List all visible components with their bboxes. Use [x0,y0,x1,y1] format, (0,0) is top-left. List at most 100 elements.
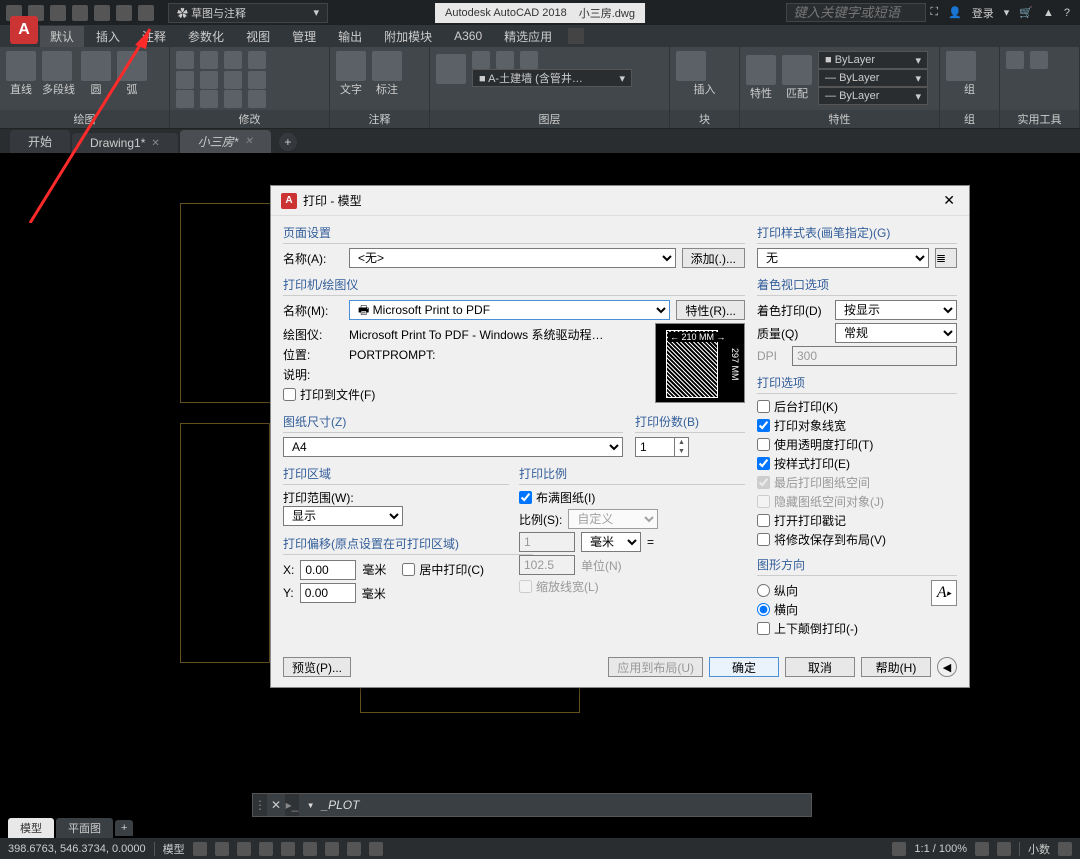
move-icon[interactable] [176,51,194,69]
preview-button[interactable]: 预览(P)... [283,657,351,677]
opt-styles[interactable]: 按样式打印(E) [757,455,957,472]
tab-a360[interactable]: A360 [444,27,492,45]
lwt-icon[interactable] [347,842,361,856]
orientation-landscape[interactable]: 横向 [757,601,931,618]
measure-icon[interactable] [1006,51,1024,69]
snap-icon[interactable] [215,842,229,856]
command-bar[interactable]: ⋮ ✕ ▸_ ▾ _PLOT [252,793,812,817]
workspace-icon[interactable] [975,842,989,856]
workspace-selector[interactable]: ✿ 草图与注释▾ [168,3,328,23]
copy-icon[interactable] [176,71,194,89]
fillet-icon[interactable] [224,71,242,89]
scale-display[interactable]: 1:1 / 100% [914,843,967,855]
qat-save-icon[interactable] [50,5,66,21]
paper-size-select[interactable]: A4 [283,437,623,457]
annomon-icon[interactable] [997,842,1011,856]
doc-tab-drawing1[interactable]: Drawing1*✕ [72,133,178,153]
linetype-combo[interactable]: — ByLayer▾ [818,87,928,105]
dyn-icon[interactable] [325,842,339,856]
command-input[interactable]: ▾ _PLOT [299,798,367,812]
stretch-icon[interactable] [176,90,194,108]
layout-tab-model[interactable]: 模型 [8,818,54,838]
tab-addins[interactable]: 附加模块 [374,26,442,47]
app-logo[interactable]: A [10,16,38,44]
dialog-titlebar[interactable]: A 打印 - 模型 ✕ [271,186,969,216]
opt-plotstamp[interactable]: 打开打印戳记 [757,512,957,529]
tab-featured[interactable]: 精选应用 [494,26,562,47]
a360-icon[interactable]: ▲ [1043,7,1054,19]
offset-x-input[interactable] [300,560,356,580]
style-edit-button[interactable]: ≣ [935,248,957,268]
props-icon[interactable] [746,55,776,85]
layer-lock-icon[interactable] [520,51,538,69]
center-plot-checkbox[interactable]: 居中打印(C) [402,561,484,578]
text-icon[interactable] [336,51,366,81]
line-icon[interactable] [6,51,36,81]
offset-icon[interactable] [248,90,266,108]
grid-icon[interactable] [193,842,207,856]
close-icon[interactable]: ✕ [939,192,959,209]
page-setup-select[interactable]: <无> [349,248,676,268]
opt-save-layout[interactable]: 将修改保存到布局(V) [757,531,957,548]
space-toggle[interactable]: 模型 [163,841,185,857]
offset-y-input[interactable] [300,583,356,603]
ortho-icon[interactable] [237,842,251,856]
properties-button[interactable]: 特性(R)... [676,300,745,320]
array-icon[interactable] [224,90,242,108]
layer-props-icon[interactable] [436,54,466,84]
layer-combo[interactable]: ■ A-土建墙 (含管井…▾ [472,69,632,87]
doc-tab-start[interactable]: 开始 [10,130,70,153]
exchange-icon[interactable]: 🛒 [1019,6,1033,19]
transparency-icon[interactable] [369,842,383,856]
tab-insert[interactable]: 插入 [86,26,130,47]
doc-tab-current[interactable]: 小三房*✕ [180,130,271,153]
cmdbar-recent-icon[interactable]: ▸_ [285,794,299,816]
layer-on-icon[interactable] [472,51,490,69]
tab-output[interactable]: 输出 [328,26,372,47]
scale-icon[interactable] [200,90,218,108]
printer-select[interactable]: 🖶 Microsoft Print to PDF [349,300,670,320]
style-table-select[interactable]: 无 [757,248,929,268]
qat-saveas-icon[interactable] [72,5,88,21]
otrack-icon[interactable] [303,842,317,856]
explode-icon[interactable] [248,71,266,89]
scale-unit-select[interactable]: 毫米 [581,532,641,552]
polyline-icon[interactable] [42,51,72,81]
cmdbar-close-icon[interactable]: ✕ [267,798,285,812]
tab-default[interactable]: 默认 [40,26,84,47]
quality-select[interactable]: 常规 [835,323,957,343]
qat-undo-icon[interactable] [116,5,132,21]
annoscale-icon[interactable] [892,842,906,856]
match-icon[interactable] [782,55,812,85]
cmdbar-handle-icon[interactable]: ⋮ [253,794,267,816]
lineweight-combo[interactable]: — ByLayer▾ [818,69,928,87]
osnap-icon[interactable] [281,842,295,856]
trim-icon[interactable] [224,51,242,69]
add-button[interactable]: 添加(.)... [682,248,745,268]
tab-view[interactable]: 视图 [236,26,280,47]
opt-background[interactable]: 后台打印(K) [757,398,957,415]
layer-freeze-icon[interactable] [496,51,514,69]
layout-add-button[interactable]: + [115,820,133,836]
opt-lineweights[interactable]: 打印对象线宽 [757,417,957,434]
mirror-icon[interactable] [200,71,218,89]
arc-icon[interactable] [117,51,147,81]
opt-transparency[interactable]: 使用透明度打印(T) [757,436,957,453]
help-button[interactable]: 帮助(H) [861,657,931,677]
qat-print-icon[interactable] [94,5,110,21]
close-icon[interactable]: ✕ [151,138,159,149]
upside-down-checkbox[interactable]: 上下颠倒打印(-) [757,620,931,637]
close-icon[interactable]: ✕ [244,136,252,147]
doc-tab-add[interactable]: + [279,133,297,151]
help-icon[interactable]: ? [1064,7,1070,19]
tab-annotate[interactable]: 注释 [132,26,176,47]
erase-icon[interactable] [248,51,266,69]
layout-tab-layout1[interactable]: 平面图 [56,818,113,838]
tab-manage[interactable]: 管理 [282,26,326,47]
units-display[interactable]: 小数 [1028,841,1050,857]
orientation-portrait[interactable]: 纵向 [757,582,931,599]
login-button[interactable]: 登录 [972,5,994,21]
collapse-button[interactable]: ◀ [937,657,957,677]
plot-area-select[interactable]: 显示 [283,506,403,526]
insert-icon[interactable] [676,51,706,81]
